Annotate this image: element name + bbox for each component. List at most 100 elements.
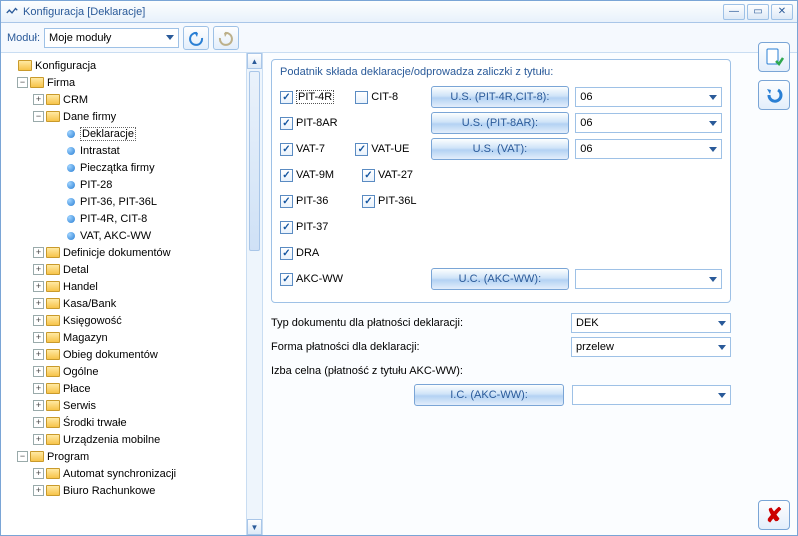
tree-biuro[interactable]: +Biuro Rachunkowe <box>3 482 246 499</box>
expand-icon[interactable]: + <box>33 366 44 377</box>
tree-kasa-bank[interactable]: +Kasa/Bank <box>3 295 246 312</box>
checkbox-vatue[interactable] <box>355 143 368 156</box>
close-window-button[interactable]: ✕ <box>771 4 793 20</box>
config-window: Konfiguracja [Deklaracje] — ▭ ✕ Moduł: M… <box>0 0 798 536</box>
tree-place[interactable]: +Płace <box>3 380 246 397</box>
checkbox-vat7[interactable] <box>280 143 293 156</box>
tree-handel[interactable]: +Handel <box>3 278 246 295</box>
tree-urzadzenia[interactable]: +Urządzenia mobilne <box>3 431 246 448</box>
tree-pieczatka[interactable]: Pieczątka firmy <box>3 159 246 176</box>
chevron-down-icon <box>166 35 174 40</box>
cancel-button[interactable]: ✘ <box>758 500 790 530</box>
scroll-up-icon[interactable]: ▲ <box>247 53 262 69</box>
expand-icon[interactable]: + <box>33 349 44 360</box>
checkbox-vat9m[interactable] <box>280 169 293 182</box>
expand-icon[interactable]: + <box>33 434 44 445</box>
config-tree[interactable]: Konfiguracja −Firma +CRM −Dane firmy Dek… <box>1 53 262 535</box>
checkbox-pit37[interactable] <box>280 221 293 234</box>
checkbox-pit36[interactable] <box>280 195 293 208</box>
tree-crm[interactable]: +CRM <box>3 91 246 108</box>
expand-icon[interactable]: + <box>33 298 44 309</box>
tree-pit28[interactable]: PIT-28 <box>3 176 246 193</box>
tree-program[interactable]: −Program <box>3 448 246 465</box>
uc-akcww-button[interactable]: U.C. (AKC-WW): <box>431 268 570 290</box>
tree-deklaracje[interactable]: Deklaracje <box>3 125 246 142</box>
tree-pit36-36l[interactable]: PIT-36, PIT-36L <box>3 193 246 210</box>
uc-akcww-select[interactable] <box>575 269 722 289</box>
expand-icon[interactable]: + <box>33 332 44 343</box>
forward-button[interactable] <box>213 26 239 50</box>
checkbox-pit4r[interactable] <box>280 91 293 104</box>
label-dra: DRA <box>296 247 319 259</box>
maximize-button[interactable]: ▭ <box>747 4 769 20</box>
tree-ogolne[interactable]: +Ogólne <box>3 363 246 380</box>
folder-icon <box>46 383 60 394</box>
minimize-button[interactable]: — <box>723 4 745 20</box>
typ-dok-select[interactable]: DEK <box>571 313 731 333</box>
us-pit4r-cit8-button[interactable]: U.S. (PIT-4R,CIT-8): <box>431 86 570 108</box>
us-vat-select[interactable]: 06 <box>575 139 722 159</box>
tree-intrastat[interactable]: Intrastat <box>3 142 246 159</box>
expand-icon[interactable]: + <box>33 468 44 479</box>
collapse-icon[interactable]: − <box>33 111 44 122</box>
folder-icon <box>46 468 60 479</box>
expand-icon[interactable]: + <box>33 383 44 394</box>
tree-detal[interactable]: +Detal <box>3 261 246 278</box>
chevron-down-icon <box>709 277 717 282</box>
us-vat-button[interactable]: U.S. (VAT): <box>431 138 570 160</box>
checkbox-pit8ar[interactable] <box>280 117 293 130</box>
chevron-down-icon <box>709 121 717 126</box>
label-typ-dok: Typ dokumentu dla płatności deklaracji: <box>271 317 563 329</box>
scroll-thumb[interactable] <box>249 71 260 251</box>
checkbox-akcww[interactable] <box>280 273 293 286</box>
tree-serwis[interactable]: +Serwis <box>3 397 246 414</box>
tree-ksiegowosc[interactable]: +Księgowość <box>3 312 246 329</box>
back-button[interactable] <box>183 26 209 50</box>
tree-srodki[interactable]: +Środki trwałe <box>3 414 246 431</box>
checkbox-dra[interactable] <box>280 247 293 260</box>
label-pit37: PIT-37 <box>296 221 328 233</box>
save-button[interactable] <box>758 42 790 72</box>
folder-icon <box>46 315 60 326</box>
collapse-icon[interactable]: − <box>17 451 28 462</box>
ic-akcww-button[interactable]: I.C. (AKC-WW): <box>414 384 563 406</box>
folder-icon <box>46 434 60 445</box>
folder-icon <box>46 366 60 377</box>
expand-icon[interactable]: + <box>33 400 44 411</box>
tree-scrollbar[interactable]: ▲ ▼ <box>246 53 262 535</box>
us-pit4r-select[interactable]: 06 <box>575 87 722 107</box>
tree-firma[interactable]: −Firma <box>3 74 246 91</box>
checkbox-cit8[interactable] <box>355 91 368 104</box>
module-combo[interactable]: Moje moduły <box>44 28 179 48</box>
declarations-panel: Podatnik składa deklaracje/odprowadza za… <box>271 59 731 303</box>
us-pit8ar-button[interactable]: U.S. (PIT-8AR): <box>431 112 570 134</box>
ic-akcww-select[interactable] <box>572 385 731 405</box>
collapse-icon[interactable]: − <box>17 77 28 88</box>
body: Konfiguracja −Firma +CRM −Dane firmy Dek… <box>1 53 797 535</box>
tree-dane-firmy[interactable]: −Dane firmy <box>3 108 246 125</box>
undo-button[interactable] <box>758 80 790 110</box>
forma-select[interactable]: przelew <box>571 337 731 357</box>
sidebar: Konfiguracja −Firma +CRM −Dane firmy Dek… <box>1 53 263 535</box>
us-pit8ar-select[interactable]: 06 <box>575 113 722 133</box>
tree-magazyn[interactable]: +Magazyn <box>3 329 246 346</box>
tree-obieg[interactable]: +Obieg dokumentów <box>3 346 246 363</box>
tree-autosync[interactable]: +Automat synchronizacji <box>3 465 246 482</box>
expand-icon[interactable]: + <box>33 315 44 326</box>
checkbox-pit36l[interactable] <box>362 195 375 208</box>
expand-icon[interactable]: + <box>33 281 44 292</box>
tree-def-dok[interactable]: +Definicje dokumentów <box>3 244 246 261</box>
tree-pit4r-cit8[interactable]: PIT-4R, CIT-8 <box>3 210 246 227</box>
scroll-down-icon[interactable]: ▼ <box>247 519 262 535</box>
expand-icon[interactable]: + <box>33 94 44 105</box>
tree-root[interactable]: Konfiguracja <box>3 57 246 74</box>
expand-icon[interactable]: + <box>33 264 44 275</box>
checkbox-vat27[interactable] <box>362 169 375 182</box>
label-cit8: CIT-8 <box>371 91 398 103</box>
expand-icon[interactable]: + <box>33 417 44 428</box>
tree-vat-akc[interactable]: VAT, AKC-WW <box>3 227 246 244</box>
expand-icon[interactable]: + <box>33 485 44 496</box>
folder-icon <box>18 60 32 71</box>
expand-icon[interactable]: + <box>33 247 44 258</box>
payment-form: Typ dokumentu dla płatności deklaracji: … <box>271 311 731 407</box>
